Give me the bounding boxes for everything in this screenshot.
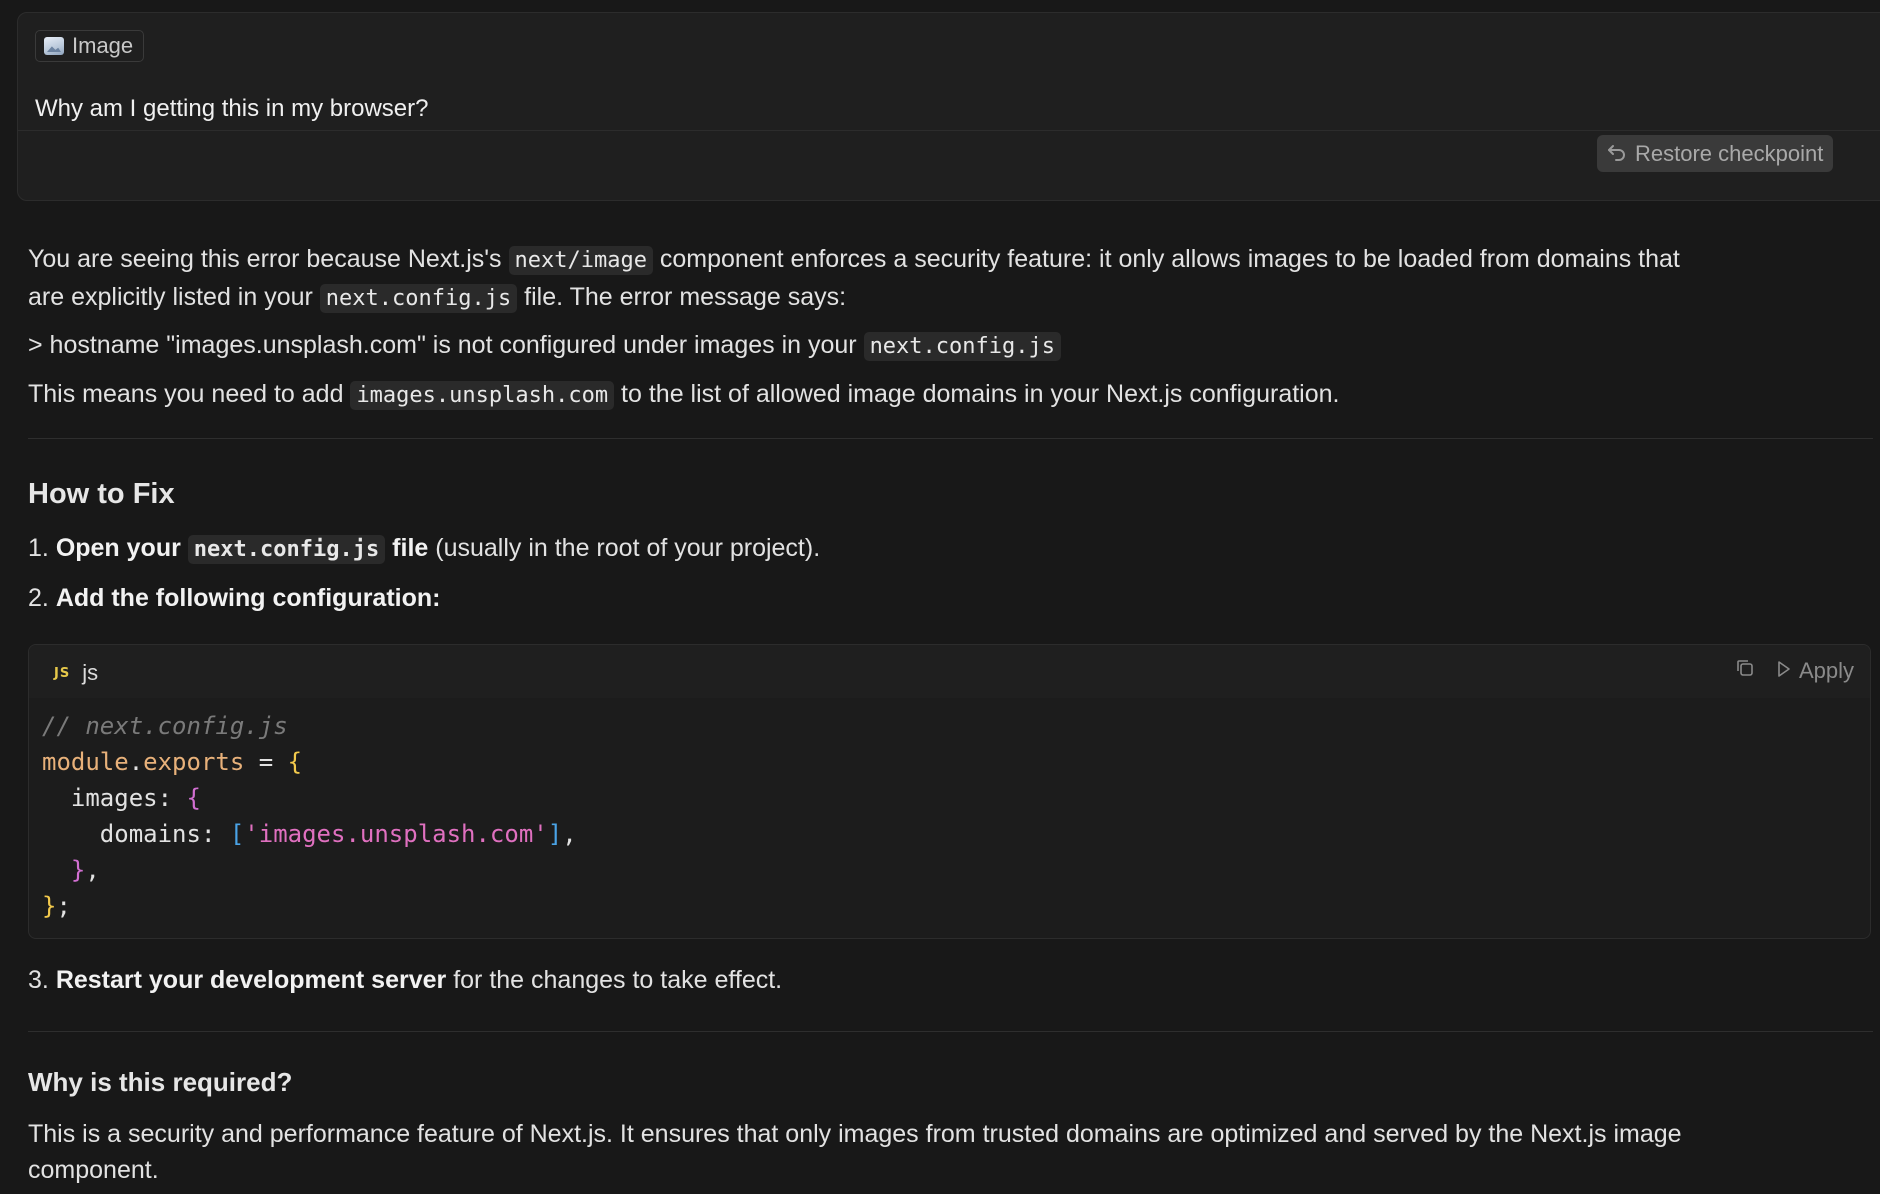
code-token: 'images.unsplash.com'	[244, 820, 548, 848]
text: file. The error message says:	[517, 283, 847, 311]
response-paragraph-3: This means you need to add images.unspla…	[28, 376, 1868, 414]
code-token: }	[42, 892, 57, 920]
divider	[28, 1031, 1873, 1032]
text: This means you need to add	[28, 380, 351, 408]
code-language: JS js	[54, 660, 98, 686]
code-line: images: {	[42, 780, 1870, 816]
step-number: 2.	[28, 584, 49, 612]
text: (usually in the root of your project).	[428, 534, 821, 562]
bold-text: Restart your development server	[55, 966, 447, 994]
text: This is a security and performance featu…	[28, 1120, 1682, 1148]
text: to the list of allowed image domains in …	[614, 380, 1340, 408]
text: are explicitly listed in your	[28, 283, 320, 311]
response-paragraph-2: > hostname "images.unsplash.com" is not …	[28, 327, 1868, 365]
heading-why-required: Why is this required?	[28, 1067, 293, 1097]
code-block-header: JS js Apply	[29, 645, 1870, 698]
code-token: images:	[42, 784, 187, 812]
undo-arrow-icon	[1607, 141, 1627, 167]
code-line: // next.config.js	[42, 708, 1870, 744]
text: for the changes to take effect.	[446, 966, 783, 994]
text: > hostname "images.unsplash.com" is not …	[28, 331, 864, 359]
restore-label: Restore checkpoint	[1635, 140, 1824, 166]
apply-button[interactable]: Apply	[1777, 658, 1854, 684]
play-icon	[1777, 658, 1791, 684]
response-paragraph-why: This is a security and performance featu…	[28, 1116, 1868, 1188]
inline-code: images.unsplash.com	[350, 381, 615, 410]
list-item-step-2: 2. Add the following configuration:	[28, 584, 440, 613]
inline-code: next.config.js	[187, 535, 386, 564]
apply-label: Apply	[1798, 658, 1854, 683]
list-item-step-3: 3. Restart your development server for t…	[28, 966, 782, 995]
code-block: JS js Apply // next.config.js module.expo…	[28, 644, 1871, 939]
code-block-actions: Apply	[1735, 658, 1854, 684]
text: component enforces a security feature: i…	[652, 245, 1680, 273]
copy-icon[interactable]	[1735, 658, 1755, 684]
code-content: // next.config.js module.exports = { imag…	[29, 698, 1870, 924]
user-message-body: Image Why am I getting this in my browse…	[18, 13, 1880, 131]
code-token: exports	[143, 748, 245, 776]
step-number: 1.	[28, 534, 49, 562]
list-item-step-1: 1. Open your next.config.js file (usuall…	[28, 534, 821, 564]
response-paragraph-1: You are seeing this error because Next.j…	[28, 241, 1868, 317]
code-token: =	[244, 748, 288, 776]
code-line: domains: ['images.unsplash.com'],	[42, 816, 1870, 852]
code-token: ,	[85, 856, 100, 884]
bold-text: Add the following configuration:	[55, 584, 441, 612]
code-token: domains:	[42, 820, 230, 848]
heading-how-to-fix: How to Fix	[28, 478, 175, 510]
code-token: .	[128, 748, 144, 776]
inline-code: next/image	[508, 246, 653, 275]
inline-code: next.config.js	[863, 332, 1061, 361]
bold-text: Open your	[55, 534, 181, 562]
code-token: {	[186, 784, 201, 812]
code-token: [	[229, 820, 245, 848]
user-message-text: Why am I getting this in my browser?	[35, 95, 429, 122]
code-token: module	[42, 748, 129, 776]
image-attachment-chip[interactable]: Image	[35, 30, 145, 62]
divider	[28, 438, 1873, 439]
attachment-label: Image	[72, 33, 134, 58]
step-number: 3.	[28, 966, 49, 994]
inline-code: next.config.js	[319, 284, 518, 313]
text: You are seeing this error because Next.j…	[28, 245, 509, 273]
code-token: }	[70, 856, 86, 884]
code-line: };	[42, 888, 1870, 924]
restore-checkpoint-button[interactable]: Restore checkpoint	[1597, 135, 1834, 172]
code-token: // next.config.js	[42, 712, 288, 740]
code-line: module.exports = {	[42, 744, 1870, 780]
language-label: js	[82, 660, 99, 685]
code-token: {	[287, 748, 303, 776]
code-token: ,	[562, 820, 577, 848]
user-message-card: Image Why am I getting this in my browse…	[17, 12, 1880, 201]
code-line: },	[42, 852, 1870, 888]
code-token: ]	[547, 820, 563, 848]
js-file-icon: JS	[54, 665, 71, 681]
image-icon	[44, 37, 64, 55]
bold-text: file	[392, 534, 429, 562]
code-token: ;	[56, 892, 71, 920]
text: component.	[28, 1156, 159, 1184]
